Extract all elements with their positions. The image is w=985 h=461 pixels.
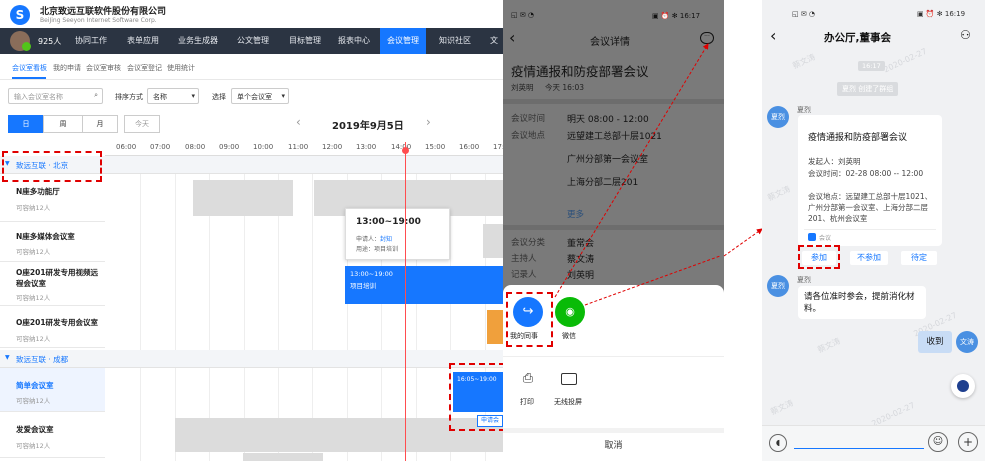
reply-bubble: 收到 (918, 331, 952, 353)
pending-button[interactable]: 待定 (901, 251, 937, 265)
system-message: 夏烈 创建了群组 (837, 82, 899, 96)
watermark: 2020-02-27 (882, 46, 929, 75)
highlight-join-box (798, 245, 840, 269)
card-place: 会议地点：远望建工总部十层1021、广州分部第一会议室、上海分部二层201、杭州… (808, 192, 933, 223)
group-chat-screen: 蔡文涛 2020-02-27 蔡文涛 2020-02-27 蔡文涛 2020-0… (762, 0, 985, 461)
message-text: 请各位准时参会，提前消化材料。 (804, 292, 915, 314)
watermark: 蔡文涛 (766, 184, 792, 203)
meeting-card[interactable]: 疫情通报和防疫部署会议 发起人：刘英明 会议时间：02-28 08:00 -- … (798, 115, 942, 246)
sender-name: 夏烈 (797, 106, 811, 114)
sender-avatar[interactable]: 夏烈 (767, 106, 789, 128)
group-members-icon[interactable]: ⚇ (960, 28, 971, 42)
watermark: 蔡文涛 (816, 336, 842, 355)
flow-arrow (723, 228, 763, 257)
card-initiator: 发起人：刘英明 (808, 157, 861, 166)
message-input[interactable] (794, 448, 924, 449)
card-time: 会议时间：02-28 08:00 -- 12:00 (808, 169, 924, 178)
card-source: 会议 (819, 235, 832, 242)
card-title: 疫情通报和防疫部署会议 (808, 133, 908, 143)
time-stamp: 16:17 (858, 61, 885, 71)
watermark: 蔡文涛 (769, 398, 795, 417)
status-bar-right: ▣ ⏰ ✻ 16:19 (917, 10, 966, 18)
assistant-icon (957, 380, 969, 392)
card-footer-divider (804, 229, 936, 230)
plus-icon[interactable]: + (958, 432, 978, 452)
floating-assistant-button[interactable] (951, 374, 975, 398)
voice-icon[interactable]: ◖ (769, 434, 787, 452)
meeting-source-icon (808, 233, 816, 241)
my-avatar[interactable]: 文涛 (956, 331, 978, 353)
back-icon[interactable]: ‹ (770, 26, 776, 45)
emoji-icon[interactable]: ☺ (928, 432, 948, 452)
flow-arrow (584, 255, 721, 306)
input-bar: ◖ ☺ + (762, 425, 985, 461)
watermark: 蔡文涛 (791, 52, 817, 71)
decline-button[interactable]: 不参加 (850, 251, 888, 265)
sender-avatar[interactable]: 夏烈 (767, 275, 789, 297)
sender-name: 夏烈 (797, 276, 811, 284)
message-bubble: 请各位准时参会，提前消化材料。 (798, 286, 926, 319)
flow-arrow (554, 43, 709, 298)
status-bar-left: ◱ ✉ ◔ (792, 10, 816, 18)
chat-title: 办公厅,董事会 (824, 32, 891, 44)
